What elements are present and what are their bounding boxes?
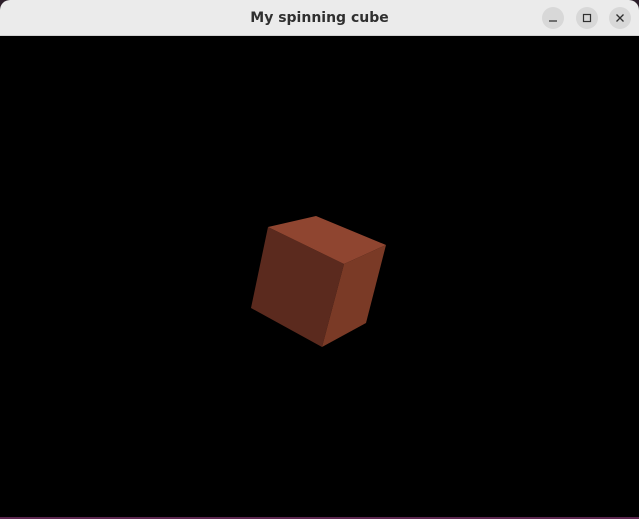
close-icon xyxy=(616,14,624,22)
maximize-button[interactable] xyxy=(576,7,598,29)
app-window: My spinning cube xyxy=(0,0,639,517)
minimize-button[interactable] xyxy=(542,7,564,29)
close-button[interactable] xyxy=(609,7,631,29)
title-bar[interactable]: My spinning cube xyxy=(0,0,639,36)
minimize-icon xyxy=(549,20,557,22)
maximize-icon xyxy=(582,13,592,23)
cube-scene xyxy=(251,216,386,347)
render-viewport[interactable] xyxy=(0,36,639,517)
